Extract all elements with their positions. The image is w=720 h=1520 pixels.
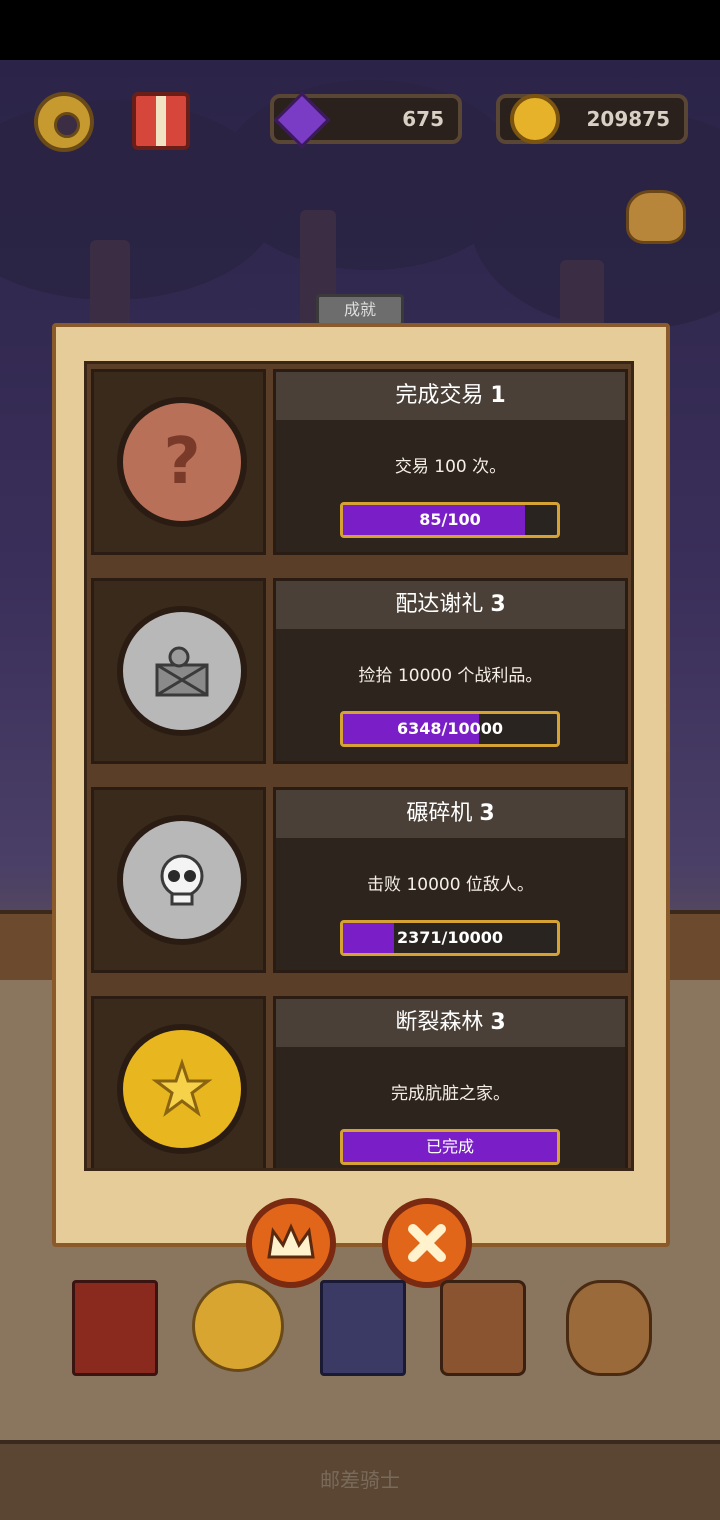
achievement-level: 3: [490, 592, 506, 617]
progress-text: 6348/10000: [396, 719, 504, 738]
progress-text: 2371/10000: [396, 928, 504, 947]
silver-skull-medal-icon: [117, 815, 247, 945]
crown-button[interactable]: [246, 1198, 336, 1288]
achievement-info: 完成交易 1 交易 100 次。 85/100: [273, 369, 628, 555]
achievement-title-text: 完成交易: [395, 383, 484, 408]
achievement-card: 碾碎机 3 击败 10000 位敌人。 2371/10000: [91, 787, 628, 973]
card-deck-icon[interactable]: [320, 1280, 406, 1376]
silver-loot-medal-icon: [117, 606, 247, 736]
achievement-card: 断裂森林 3 完成肮脏之家。 已完成: [91, 996, 628, 1168]
backpack-icon[interactable]: [440, 1280, 526, 1376]
achievement-title-text: 断裂森林: [395, 1010, 484, 1035]
star-medal-icon[interactable]: [192, 1280, 284, 1372]
gold-forest-medal-icon: [117, 1024, 247, 1154]
coin-count: 209875: [586, 107, 671, 131]
medal-cell: [91, 996, 266, 1168]
achievement-info: 配达谢礼 3 捡拾 10000 个战利品。 6348/10000: [273, 578, 628, 764]
achievement-progress-bar: 6348/10000: [340, 711, 560, 747]
achievement-progress-bar: 已完成: [340, 1129, 560, 1165]
game-title: 邮差骑士: [320, 1468, 400, 1492]
settings-gear-icon[interactable]: [34, 92, 94, 152]
status-bar: [0, 0, 720, 60]
achievement-progress-bar: 85/100: [340, 502, 560, 538]
achievement-info: 碾碎机 3 击败 10000 位敌人。 2371/10000: [273, 787, 628, 973]
medal-cell: ?: [91, 369, 266, 555]
medal-cell: [91, 578, 266, 764]
skull-icon: [160, 854, 204, 906]
loot-box-icon: [155, 646, 209, 697]
achievement-level: 3: [479, 801, 495, 826]
forest-emblem-icon: [151, 1058, 213, 1117]
gold-bag-icon[interactable]: [566, 1280, 652, 1376]
treasure-bag-icon[interactable]: [626, 190, 686, 244]
bronze-question-medal-icon: ?: [117, 397, 247, 527]
achievement-title: 完成交易 1: [276, 372, 625, 420]
coin-icon: [510, 94, 560, 144]
achievement-description: 击败 10000 位敌人。: [367, 875, 534, 895]
close-icon: [408, 1224, 446, 1262]
close-button[interactable]: [382, 1198, 472, 1288]
dialog-tab-label: 成就: [316, 294, 404, 326]
achievements-list[interactable]: ? 完成交易 1 交易 100 次。 85/100 配达谢礼 3 捡拾 1000…: [84, 361, 634, 1171]
achievement-card: ? 完成交易 1 交易 100 次。 85/100: [91, 369, 628, 555]
progress-text: 85/100: [419, 510, 481, 529]
achievement-description: 捡拾 10000 个战利品。: [358, 666, 543, 686]
achievement-card: 配达谢礼 3 捡拾 10000 个战利品。 6348/10000: [91, 578, 628, 764]
gift-icon[interactable]: [132, 92, 190, 150]
achievement-progress-bar: 2371/10000: [340, 920, 560, 956]
gem-count: 675: [402, 107, 444, 131]
achievement-title: 碾碎机 3: [276, 790, 625, 838]
book-icon[interactable]: [72, 1280, 158, 1376]
achievement-description: 交易 100 次。: [394, 457, 507, 477]
achievement-title: 配达谢礼 3: [276, 581, 625, 629]
medal-cell: [91, 787, 266, 973]
achievement-description: 完成肮脏之家。: [391, 1084, 510, 1104]
achievement-title: 断裂森林 3: [276, 999, 625, 1047]
achievement-title-text: 碾碎机: [406, 801, 473, 826]
crown-icon: [267, 1223, 315, 1259]
achievement-title-text: 配达谢礼: [395, 592, 484, 617]
achievement-info: 断裂森林 3 完成肮脏之家。 已完成: [273, 996, 628, 1168]
progress-text: 已完成: [425, 1137, 474, 1156]
achievement-level: 3: [490, 1010, 506, 1035]
achievement-level: 1: [490, 383, 506, 408]
